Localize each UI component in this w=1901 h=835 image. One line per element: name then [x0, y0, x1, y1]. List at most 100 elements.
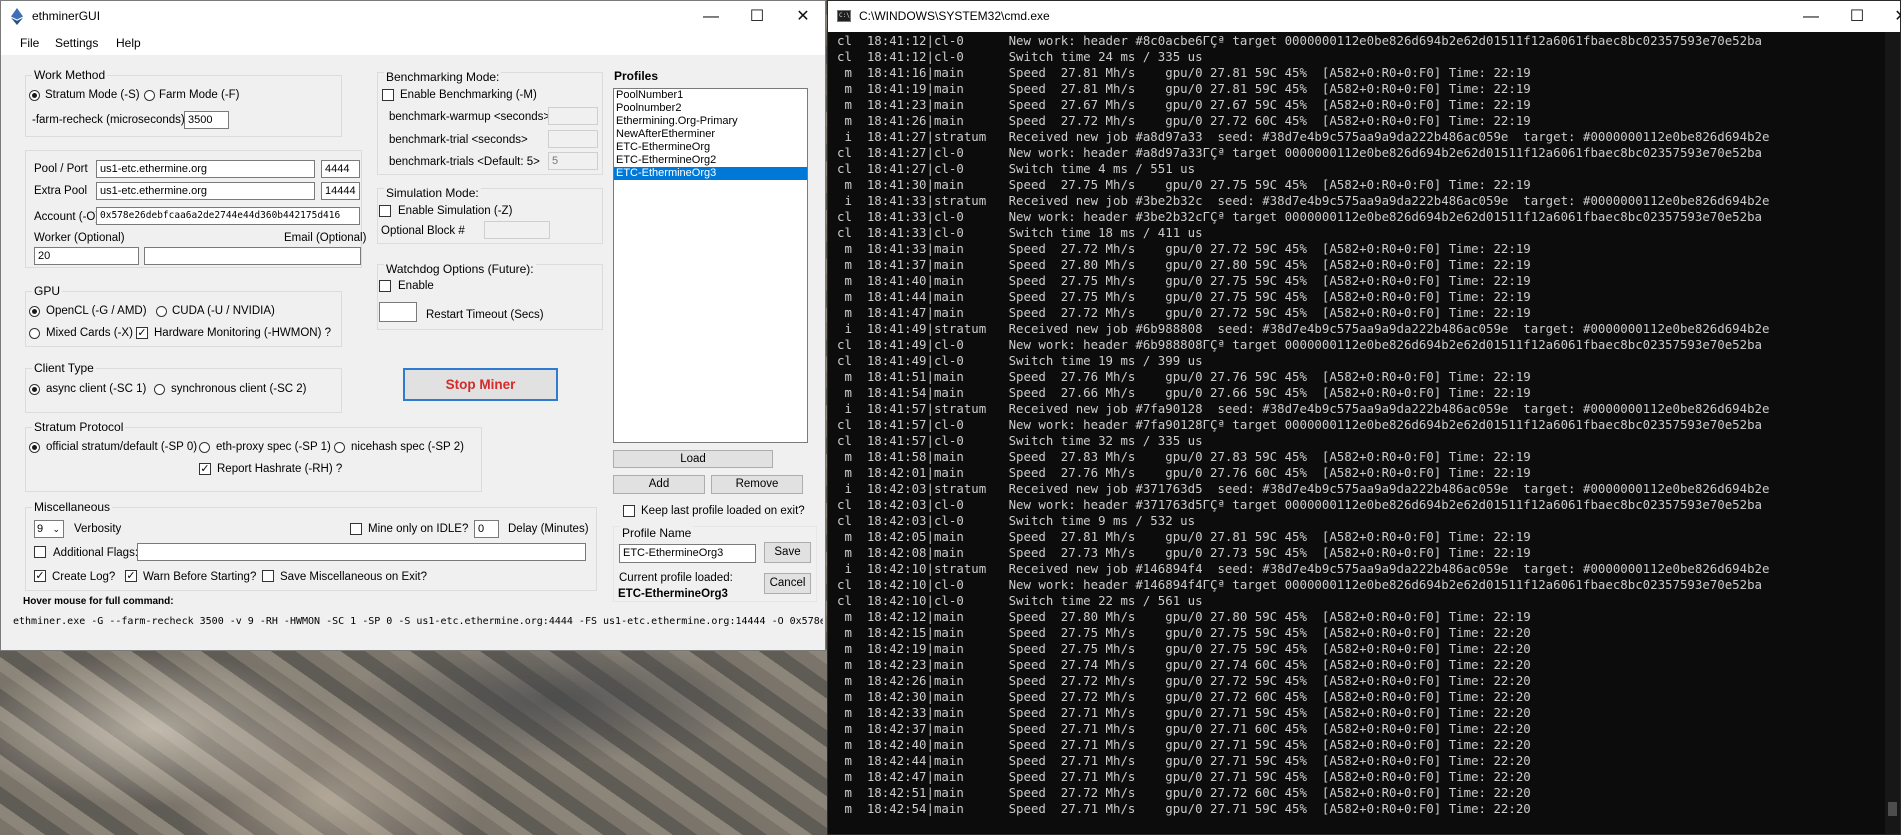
profile-item-selected[interactable]: ETC-EthermineOrg3	[614, 167, 807, 180]
menu-bar: File Settings Help	[1, 32, 825, 55]
cmd-maximize-button[interactable]: ☐	[1834, 1, 1880, 32]
console-line: m 18:42:19|main Speed 27.75 Mh/s gpu/0 2…	[837, 641, 1531, 656]
benchmark-trial-label: benchmark-trial <seconds>	[389, 134, 528, 146]
stop-miner-button[interactable]: Stop Miner	[403, 368, 558, 401]
console-line: cl 18:41:12|cl-0 Switch time 24 ms / 335…	[837, 49, 1203, 64]
account-input[interactable]: 0x578e26debfcaa6a2de2744e44d360b442175d4…	[96, 207, 360, 225]
restart-timeout-input[interactable]	[379, 302, 417, 322]
save-profile-button[interactable]: Save	[764, 542, 811, 563]
benchmark-checkbox[interactable]	[382, 89, 394, 101]
profile-item[interactable]: ETC-EthermineOrg2	[614, 154, 807, 167]
console-line: cl 18:41:27|cl-0 New work: header #a8d97…	[837, 145, 1763, 160]
console-line: m 18:41:33|main Speed 27.72 Mh/s gpu/0 2…	[837, 241, 1531, 256]
save-misc-checkbox[interactable]	[262, 570, 274, 582]
additional-flags-checkbox[interactable]	[34, 546, 46, 558]
warn-before-starting-label: Warn Before Starting?	[143, 571, 257, 583]
stratum-mode-label: Stratum Mode (-S)	[45, 89, 140, 101]
console-line: cl 18:42:03|cl-0 Switch time 9 ms / 532 …	[837, 513, 1196, 528]
close-button[interactable]: ✕	[780, 1, 826, 32]
pool-input[interactable]: us1-etc.ethermine.org	[96, 160, 315, 178]
stratum-mode-radio[interactable]	[29, 90, 40, 101]
optional-block-input[interactable]	[484, 221, 550, 239]
menu-help[interactable]: Help	[116, 36, 141, 50]
farm-recheck-input[interactable]: 3500	[184, 111, 229, 129]
console-line: m 18:41:23|main Speed 27.67 Mh/s gpu/0 2…	[837, 97, 1531, 112]
console-scrollbar-thumb[interactable]	[1888, 802, 1897, 816]
official-stratum-radio[interactable]	[29, 442, 40, 453]
farm-mode-radio[interactable]	[144, 90, 155, 101]
pool-port-input[interactable]: 4444	[321, 160, 360, 178]
console-line: m 18:41:37|main Speed 27.80 Mh/s gpu/0 2…	[837, 257, 1531, 272]
console-line: i 18:42:03|stratum Received new job #371…	[837, 481, 1770, 496]
simulation-checkbox[interactable]	[379, 205, 391, 217]
cancel-button[interactable]: Cancel	[764, 573, 811, 594]
profiles-list[interactable]: PoolNumber1 Poolnumber2 Ethermining.Org-…	[613, 88, 808, 443]
benchmark-warmup-input[interactable]	[548, 107, 598, 125]
email-input[interactable]	[144, 247, 361, 265]
simulation-title: Simulation Mode:	[384, 186, 481, 200]
sync-client-radio[interactable]	[154, 384, 165, 395]
remove-profile-button[interactable]: Remove	[711, 475, 803, 494]
profile-item[interactable]: NewAfterEtherminer	[614, 128, 807, 141]
hwmon-checkbox[interactable]: ✓	[136, 327, 148, 339]
profile-item[interactable]: ETC-EthermineOrg	[614, 141, 807, 154]
gpu-title: GPU	[32, 284, 63, 298]
current-profile-value: ETC-EthermineOrg3	[618, 588, 728, 600]
report-hashrate-checkbox[interactable]: ✓	[199, 463, 211, 475]
profile-item[interactable]: Poolnumber2	[614, 102, 807, 115]
benchmark-trial-input[interactable]	[548, 130, 598, 148]
verbosity-select[interactable]: 9 ⌄	[34, 520, 64, 538]
additional-flags-input[interactable]	[137, 543, 586, 561]
menu-settings[interactable]: Settings	[55, 36, 98, 50]
create-log-checkbox[interactable]: ✓	[34, 570, 46, 582]
restart-timeout-label: Restart Timeout (Secs)	[426, 309, 544, 321]
minimize-button[interactable]: —	[688, 1, 734, 32]
sync-client-label: synchronous client (-SC 2)	[171, 383, 307, 395]
console-line: cl 18:41:33|cl-0 New work: header #3be2b…	[837, 209, 1763, 224]
console-line: m 18:41:47|main Speed 27.72 Mh/s gpu/0 2…	[837, 305, 1531, 320]
maximize-button[interactable]: ☐	[734, 1, 780, 32]
profile-item[interactable]: PoolNumber1	[614, 89, 807, 102]
console-output[interactable]: cl 18:41:12|cl-0 New work: header #8c0ac…	[837, 33, 1877, 833]
farm-mode-label: Farm Mode (-F)	[159, 89, 240, 101]
console-line: cl 18:41:27|cl-0 Switch time 4 ms / 551 …	[837, 161, 1196, 176]
keep-last-profile-checkbox[interactable]	[623, 505, 635, 517]
misc-title: Miscellaneous	[32, 500, 113, 514]
profile-name-title: Profile Name	[620, 526, 694, 540]
cmd-close-button[interactable]: ✕	[1878, 1, 1901, 32]
current-profile-label: Current profile loaded:	[619, 572, 733, 584]
create-log-label: Create Log?	[52, 571, 116, 583]
mixed-cards-radio[interactable]	[29, 328, 40, 339]
extra-pool-input[interactable]: us1-etc.ethermine.org	[96, 182, 315, 200]
nicehash-label: nicehash spec (-SP 2)	[351, 441, 464, 453]
delay-input[interactable]: 0	[474, 520, 499, 538]
extra-pool-port-input[interactable]: 14444	[321, 182, 360, 200]
worker-input[interactable]: 20	[34, 247, 139, 265]
cuda-radio[interactable]	[156, 306, 167, 317]
eth-proxy-radio[interactable]	[199, 442, 210, 453]
cmd-minimize-button[interactable]: —	[1788, 1, 1834, 32]
console-line: m 18:42:15|main Speed 27.75 Mh/s gpu/0 2…	[837, 625, 1531, 640]
delay-label: Delay (Minutes)	[508, 523, 589, 535]
menu-file[interactable]: File	[20, 36, 39, 50]
watchdog-checkbox[interactable]	[379, 280, 391, 292]
profile-name-input[interactable]: ETC-EthermineOrg3	[619, 544, 756, 563]
gui-title: ethminerGUI	[32, 9, 101, 23]
idle-checkbox[interactable]	[350, 523, 362, 535]
async-client-radio[interactable]	[29, 384, 40, 395]
account-label: Account (-O)	[34, 211, 100, 223]
console-line: cl 18:41:57|cl-0 Switch time 32 ms / 335…	[837, 433, 1203, 448]
benchmark-trials-input[interactable]: 5	[548, 152, 598, 170]
watchdog-enable-label: Enable	[398, 280, 434, 292]
load-profile-button[interactable]: Load	[613, 450, 773, 468]
nicehash-radio[interactable]	[334, 442, 345, 453]
console-scrollbar[interactable]	[1885, 32, 1900, 834]
opencl-radio[interactable]	[29, 306, 40, 317]
additional-flags-label: Additional Flags:	[53, 547, 139, 559]
idle-label: Mine only on IDLE?	[368, 523, 469, 535]
console-line: m 18:42:08|main Speed 27.73 Mh/s gpu/0 2…	[837, 545, 1531, 560]
warn-before-starting-checkbox[interactable]: ✓	[125, 570, 137, 582]
console-line: cl 18:41:49|cl-0 New work: header #6b988…	[837, 337, 1763, 352]
profile-item[interactable]: Ethermining.Org-Primary	[614, 115, 807, 128]
add-profile-button[interactable]: Add	[613, 475, 705, 494]
